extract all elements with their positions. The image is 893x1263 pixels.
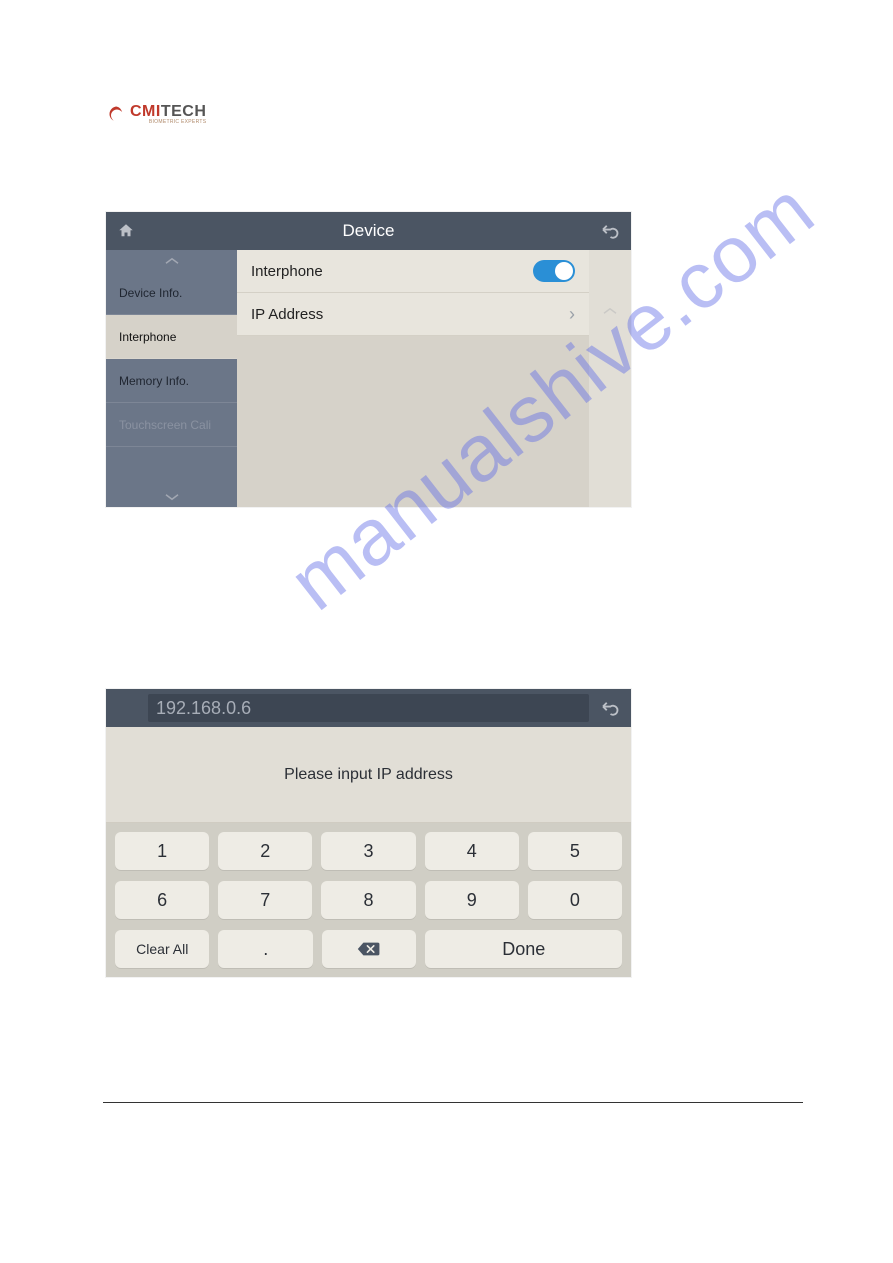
key-2[interactable]: 2	[218, 832, 312, 870]
header-title: Device	[138, 221, 599, 241]
right-scroll-strip	[589, 250, 631, 507]
logo-swirl-icon	[108, 105, 126, 123]
sidebar-item-device-info[interactable]: Device Info.	[106, 271, 237, 315]
settings-list: Interphone IP Address ›	[237, 250, 589, 507]
key-6[interactable]: 6	[115, 881, 209, 919]
device-sidebar: Device Info. Interphone Memory Info. Tou…	[106, 250, 237, 507]
sidebar-scroll-down-icon[interactable]	[106, 486, 237, 507]
numeric-keypad: 1 2 3 4 5 6 7 8 9 0 Clear All .	[106, 823, 631, 977]
ip-input-header: 192.168.0.6	[106, 689, 631, 727]
chevron-right-icon: ›	[569, 304, 575, 325]
key-9[interactable]: 9	[425, 881, 519, 919]
sidebar-item-interphone[interactable]: Interphone	[106, 315, 237, 359]
key-1[interactable]: 1	[115, 832, 209, 870]
key-5[interactable]: 5	[528, 832, 622, 870]
key-backspace[interactable]	[322, 930, 416, 968]
setting-row-interphone[interactable]: Interphone	[237, 250, 589, 293]
key-clear-all[interactable]: Clear All	[115, 930, 209, 968]
ip-input-prompt: Please input IP address	[106, 727, 631, 823]
interphone-toggle[interactable]	[533, 260, 575, 282]
sidebar-item-touchscreen-cali[interactable]: Touchscreen Cali	[106, 403, 237, 447]
device-header: Device	[106, 212, 631, 250]
cmitech-logo: CMITECH BIOMETRIC EXPERTS	[108, 103, 206, 125]
backspace-icon	[357, 941, 381, 957]
key-7[interactable]: 7	[218, 881, 312, 919]
setting-label: IP Address	[251, 306, 323, 323]
ip-input-screenshot: 192.168.0.6 Please input IP address 1 2 …	[106, 689, 631, 977]
key-done[interactable]: Done	[425, 930, 622, 968]
sidebar-item-memory-info[interactable]: Memory Info.	[106, 359, 237, 403]
key-4[interactable]: 4	[425, 832, 519, 870]
ip-address-input[interactable]: 192.168.0.6	[148, 694, 589, 722]
key-0[interactable]: 0	[528, 881, 622, 919]
sidebar-scroll-up-icon[interactable]	[106, 250, 237, 271]
footer-divider	[103, 1102, 803, 1103]
back-icon[interactable]	[599, 222, 621, 240]
key-period[interactable]: .	[218, 930, 312, 968]
key-3[interactable]: 3	[321, 832, 415, 870]
home-icon[interactable]	[116, 222, 138, 240]
device-settings-screenshot: Device Device Info. Interphone Memory In…	[106, 212, 631, 507]
setting-row-ip-address[interactable]: IP Address ›	[237, 293, 589, 336]
setting-label: Interphone	[251, 263, 323, 280]
back-icon[interactable]	[599, 699, 621, 717]
key-8[interactable]: 8	[321, 881, 415, 919]
